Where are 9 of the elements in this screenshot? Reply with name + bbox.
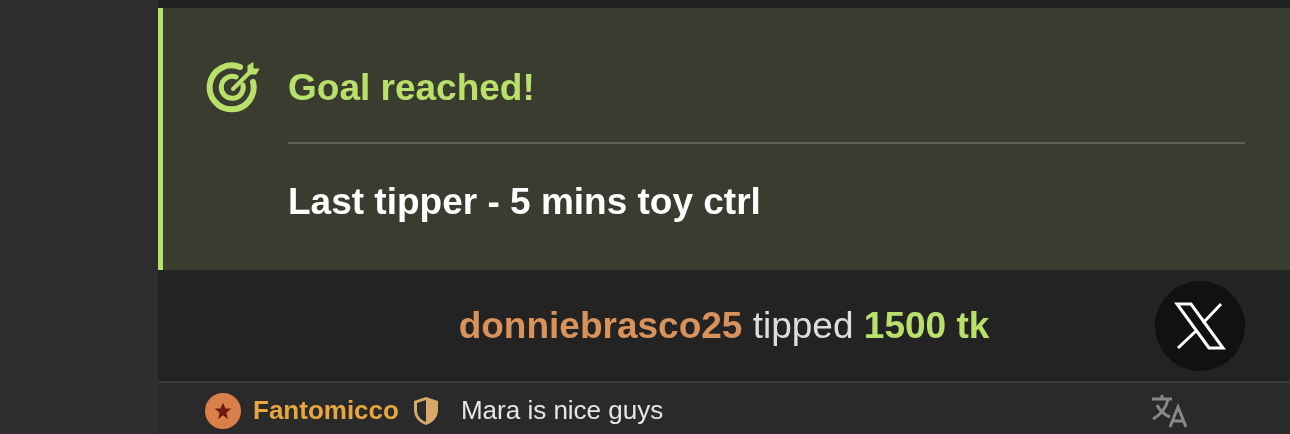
goal-title: Goal reached! <box>288 66 535 111</box>
translate-icon[interactable] <box>1150 392 1190 429</box>
shield-icon <box>412 395 439 426</box>
avatar-badge <box>205 392 241 429</box>
chat-message: Mara is nice guys <box>460 394 664 427</box>
goal-description: Last tipper - 5 mins toy ctrl <box>288 180 762 224</box>
tip-message: donniebrasco25 tipped 1500 tk <box>458 303 990 348</box>
x-logo-icon <box>1174 302 1226 350</box>
chat-username[interactable]: Fantomicco <box>253 391 399 430</box>
